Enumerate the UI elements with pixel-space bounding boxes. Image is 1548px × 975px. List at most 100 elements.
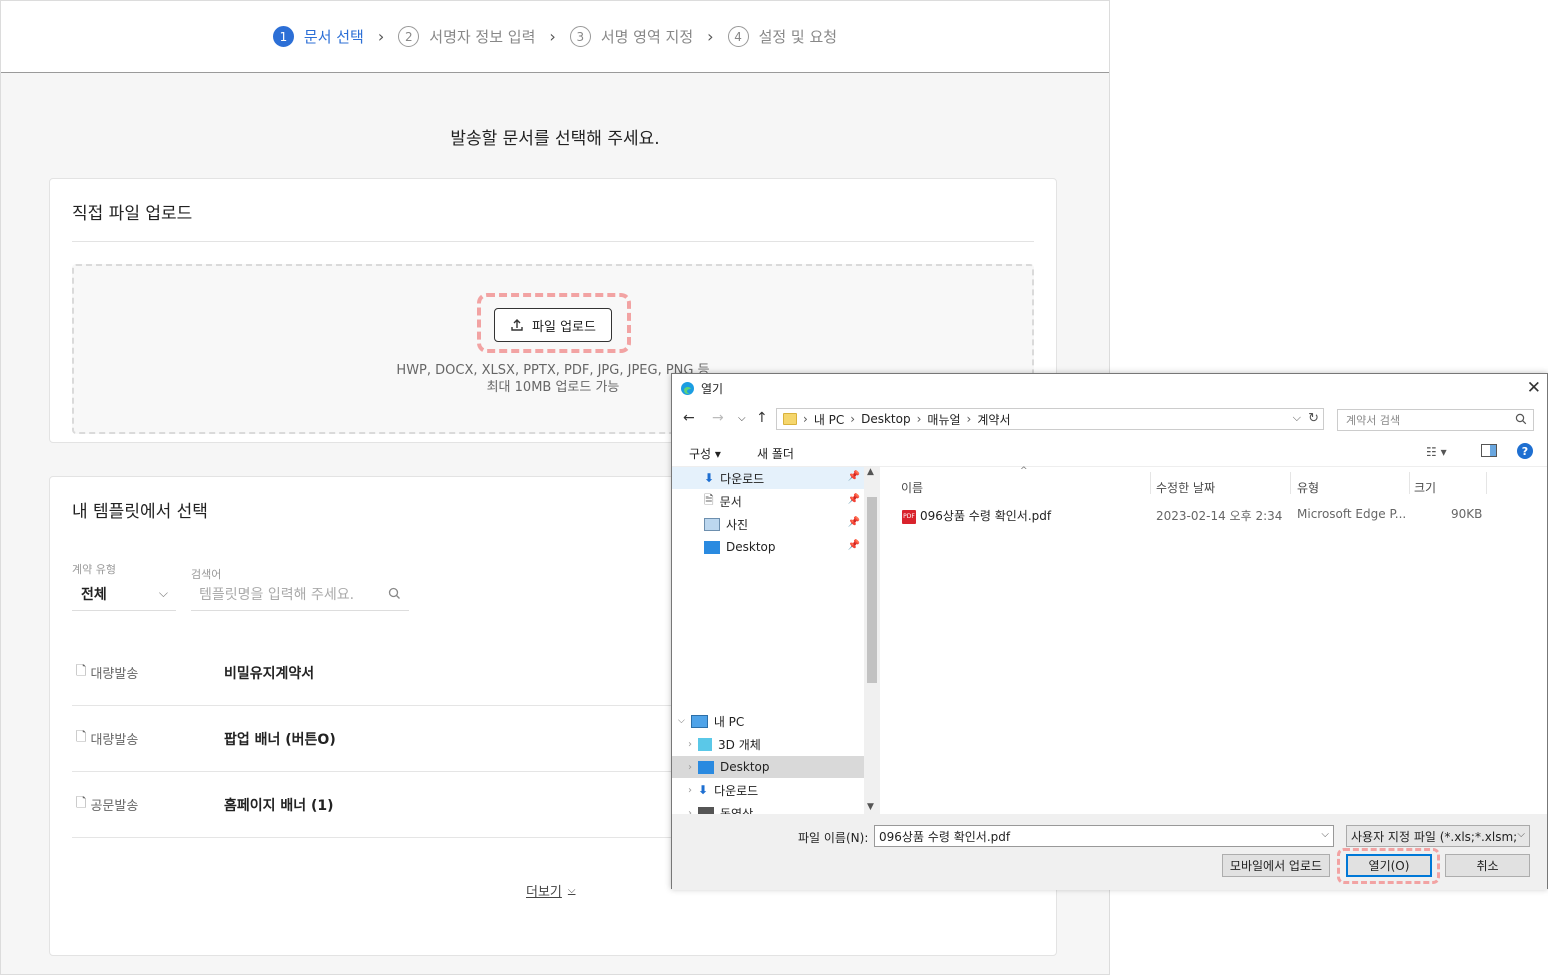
computer-icon [690, 714, 708, 728]
filename-value: 096상품 수령 확인서.pdf [879, 829, 1011, 844]
more-link[interactable]: 더보기 ⌵ [526, 881, 575, 900]
template-row[interactable]: 🗋 대량발송 팝업 배너 (버튼O) [72, 706, 672, 772]
view-options-icon[interactable]: ☷ ▾ [1426, 445, 1447, 459]
nav-item-desktop[interactable]: Desktop 📌 [672, 536, 864, 558]
step-4: 4 설정 및 요청 [727, 26, 837, 47]
dialog-title: 열기 [701, 381, 724, 396]
cancel-button[interactable]: 취소 [1445, 854, 1530, 877]
step-number: 1 [272, 26, 294, 47]
chevron-down-icon: ⌵ [1517, 829, 1525, 840]
pin-icon: 📌 [847, 494, 860, 505]
contract-type-select[interactable]: 전체 ⌵ [72, 577, 176, 611]
template-name: 팝업 배너 (버튼O) [224, 731, 336, 748]
mobile-upload-button[interactable]: 모바일에서 업로드 [1222, 854, 1330, 877]
template-type: 🗋 대량발송 [72, 728, 224, 750]
file-name: 096상품 수령 확인서.pdf [920, 509, 1052, 523]
chevron-right-icon: › [916, 412, 922, 426]
download-arrow-icon: ⬇ [698, 783, 709, 797]
template-type: 🗋 공문발송 [72, 794, 224, 816]
up-arrow-icon[interactable]: ↑ [756, 410, 768, 426]
filename-input[interactable]: 096상품 수령 확인서.pdf ⌵ [874, 825, 1334, 847]
column-header-name[interactable]: 이름 [901, 479, 923, 496]
nav-item-label: 문서 [719, 494, 742, 509]
nav-item-pc-downloads[interactable]: › ⬇ 다운로드 [672, 779, 864, 801]
nav-item-label: Desktop [720, 760, 770, 774]
breadcrumb-item[interactable]: 내 PC [814, 411, 844, 428]
nav-item-3d-objects[interactable]: › 3D 개체 [672, 733, 864, 755]
template-type-label: 대량발송 [90, 733, 139, 748]
document-icon: 🗋 [76, 663, 87, 679]
template-search-input[interactable]: 템플릿명을 입력해 주세요. [191, 577, 409, 611]
organize-menu[interactable]: 구성 ▾ [689, 445, 721, 462]
nav-item-label: Desktop [726, 540, 776, 554]
column-header-size[interactable]: 크기 [1414, 479, 1436, 496]
chevron-down-icon[interactable]: ⌵ [1293, 411, 1301, 425]
breadcrumb-item[interactable]: Desktop [861, 412, 911, 426]
template-row[interactable]: 🗋 공문발송 홈페이지 배너 (1) [72, 772, 672, 838]
scroll-down-icon[interactable]: ▼ [867, 802, 874, 812]
chevron-down-icon: ⌵ [678, 716, 685, 726]
navigation-scrollbar[interactable]: ▲ ▼ [864, 467, 880, 814]
step-number: 3 [569, 26, 591, 47]
close-icon[interactable]: ✕ [1527, 378, 1541, 398]
recent-locations-dropdown[interactable]: ⌵ [738, 413, 746, 424]
navigation-bar: ← → ⌵ ↑ › 내 PC › Desktop › 매뉴얼 › 계약서 ⌵ ↻… [672, 407, 1547, 431]
upload-icon [511, 319, 523, 331]
preview-pane-icon[interactable] [1481, 444, 1497, 460]
step-1: 1 문서 선택 [272, 26, 364, 47]
nav-item-label: 동영상 [720, 806, 754, 815]
document-icon: 🗋 [76, 729, 87, 745]
folder-search-input[interactable]: 계약서 검색 [1337, 409, 1534, 431]
chevron-down-icon[interactable]: ⌵ [1321, 829, 1329, 840]
filetype-select[interactable]: 사용자 지정 파일 (*.xls;*.xlsm;* ⌵ [1346, 825, 1530, 847]
help-icon[interactable]: ? [1517, 443, 1533, 459]
nav-item-this-pc[interactable]: ⌵ 내 PC [672, 710, 864, 732]
nav-item-downloads[interactable]: ⬇ 다운로드 📌 [672, 467, 864, 489]
file-upload-button[interactable]: 파일 업로드 [494, 308, 612, 342]
pdf-file-icon: PDF [902, 509, 916, 524]
command-bar: 구성 ▾ 새 폴더 ☷ ▾ ? [672, 437, 1547, 467]
breadcrumb-item[interactable]: 매뉴얼 [927, 411, 960, 428]
back-arrow-icon[interactable]: ← [683, 410, 695, 426]
refresh-icon[interactable]: ↻ [1308, 411, 1319, 426]
nav-item-label: 내 PC [713, 714, 745, 729]
new-folder-button[interactable]: 새 폴더 [757, 445, 794, 462]
breadcrumb-item[interactable]: 계약서 [977, 411, 1010, 428]
template-row[interactable]: 🗋 대량발송 비밀유지계약서 [72, 640, 672, 706]
template-name: 홈페이지 배너 (1) [224, 797, 334, 814]
chevron-right-icon: › [966, 412, 972, 426]
upload-card-title: 직접 파일 업로드 [72, 204, 193, 224]
nav-item-pictures[interactable]: 사진 📌 [672, 513, 864, 535]
address-bar[interactable]: › 내 PC › Desktop › 매뉴얼 › 계약서 ⌵ ↻ [776, 408, 1324, 430]
search-placeholder: 템플릿명을 입력해 주세요. [199, 586, 355, 603]
nav-item-videos[interactable]: › 동영상 [672, 802, 864, 814]
scroll-up-icon[interactable]: ▲ [867, 467, 874, 477]
step-number: 2 [398, 26, 420, 47]
chevron-right-icon: › [803, 412, 808, 426]
forward-arrow-icon[interactable]: → [712, 410, 724, 426]
scrollbar-thumb[interactable] [867, 497, 877, 683]
template-card-title: 내 템플릿에서 선택 [72, 502, 208, 522]
step-label: 서명자 정보 입력 [429, 28, 536, 46]
step-2: 2 서명자 정보 입력 [398, 26, 535, 47]
chevron-right-icon: › [688, 738, 692, 750]
nav-item-label: 다운로드 [720, 471, 765, 486]
nav-item-label: 사진 [726, 517, 749, 532]
desktop-icon [698, 760, 714, 774]
column-header-modified[interactable]: 수정한 날짜 [1156, 479, 1215, 496]
column-header-type[interactable]: 유형 [1297, 479, 1319, 496]
step-label: 문서 선택 [303, 28, 364, 46]
folder-search-placeholder: 계약서 검색 [1346, 414, 1401, 427]
nav-item-label: 다운로드 [714, 783, 759, 798]
column-divider [1486, 472, 1487, 494]
nav-item-documents[interactable]: 🗎 문서 📌 [672, 490, 864, 512]
search-icon[interactable] [388, 587, 401, 600]
nav-item-pc-desktop[interactable]: › Desktop [672, 756, 864, 778]
pin-icon: 📌 [847, 517, 860, 528]
file-size: 90KB [1451, 507, 1483, 521]
cube-3d-icon [698, 737, 712, 751]
chevron-right-icon: › [688, 784, 692, 796]
document-icon: 🗋 [76, 795, 87, 811]
sort-indicator-icon: ^ [1020, 466, 1028, 476]
open-button[interactable]: 열기(O) [1346, 854, 1432, 877]
